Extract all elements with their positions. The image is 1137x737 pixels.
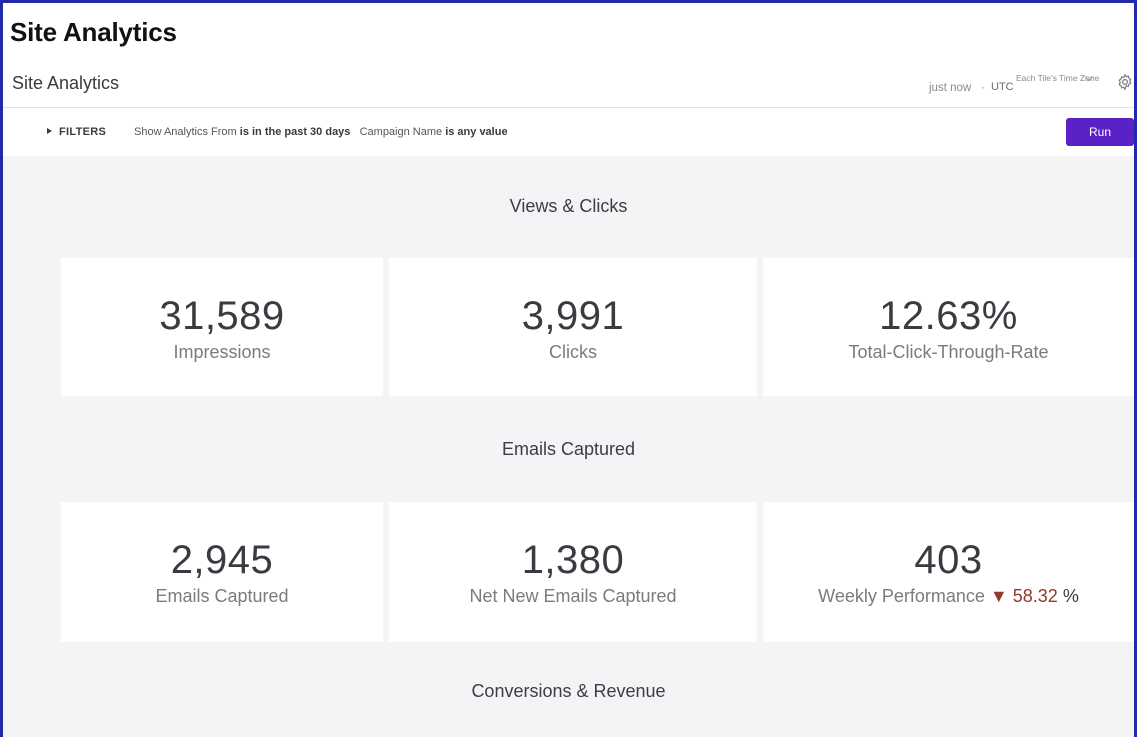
tile-weekly-performance[interactable]: 403 Weekly Performance ▼ 58.32 % <box>763 502 1134 642</box>
filter-field: Show Analytics From <box>134 126 237 138</box>
tile-value: 2,945 <box>170 538 274 582</box>
triangle-down-icon: ▼ <box>989 586 1008 606</box>
gear-icon[interactable] <box>1116 73 1134 91</box>
tile-value: 403 <box>914 538 983 582</box>
tile-clicks[interactable]: 3,991 Clicks <box>389 258 757 396</box>
tile-value: 12.63% <box>879 294 1018 338</box>
tile-click-through-rate[interactable]: 12.63% Total-Click-Through-Rate <box>763 258 1134 396</box>
section-title-emails-captured: Emails Captured <box>501 439 636 459</box>
delta-value: 58.32 <box>1012 586 1058 606</box>
tile-label: Clicks <box>549 342 597 362</box>
filter-bar: FILTERS Show Analytics From is in the pa… <box>3 108 1134 156</box>
filters-toggle-label: FILTERS <box>59 126 107 138</box>
tile-emails-captured[interactable]: 2,945 Emails Captured <box>61 502 383 642</box>
tile-label: Net New Emails Captured <box>469 586 677 606</box>
filter-condition: is any value <box>445 126 508 138</box>
page-title: Site Analytics <box>12 73 120 93</box>
tile-value: 3,991 <box>521 294 625 338</box>
app-title: Site Analytics <box>10 17 177 47</box>
filter-field: Campaign Name <box>359 126 443 138</box>
tile-label: Total-Click-Through-Rate <box>848 342 1049 362</box>
filter-summary[interactable]: Show Analytics From is in the past 30 da… <box>134 126 508 138</box>
last-refreshed-text: just now <box>929 82 972 94</box>
tile-value: 31,589 <box>159 294 285 338</box>
section-title-conversions-revenue: Conversions & Revenue <box>471 681 666 701</box>
separator-dot: · <box>981 82 985 94</box>
timezone-value[interactable]: UTC <box>991 81 1014 93</box>
delta-unit: % <box>1062 586 1079 606</box>
run-button[interactable]: Run <box>1066 118 1134 146</box>
filters-toggle[interactable]: FILTERS <box>47 126 106 138</box>
tile-label: Weekly Performance <box>818 586 985 606</box>
tile-label-with-delta: Weekly Performance ▼ 58.32 % <box>763 586 1134 607</box>
tile-value: 1,380 <box>521 538 625 582</box>
section-title-views-clicks: Views & Clicks <box>509 196 628 216</box>
app-window: Site Analytics Site Analytics just now ·… <box>0 0 1137 737</box>
dashboard-content: Views & Clicks 31,589 Impressions 3,991 … <box>3 156 1134 737</box>
tile-impressions[interactable]: 31,589 Impressions <box>61 258 383 396</box>
tile-net-new-emails[interactable]: 1,380 Net New Emails Captured <box>389 502 757 642</box>
caret-right-icon <box>47 128 52 134</box>
tile-label: Impressions <box>173 342 271 362</box>
dashboard-header: Site Analytics just now · Each Tile's Ti… <box>3 61 1134 108</box>
filter-condition: is in the past 30 days <box>239 126 351 138</box>
tile-label: Emails Captured <box>155 586 289 606</box>
